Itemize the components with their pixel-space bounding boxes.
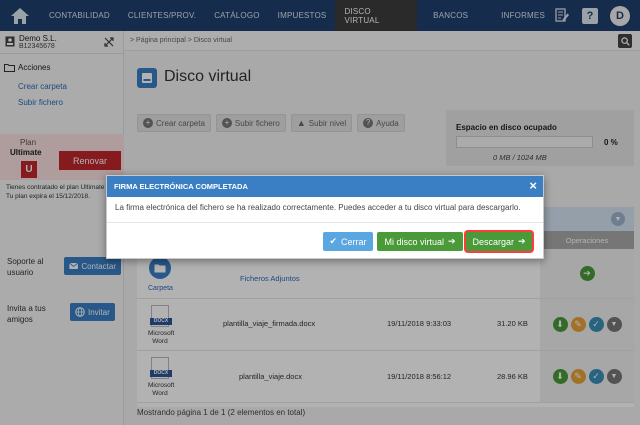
arrow-right-icon: ➔	[447, 236, 456, 246]
dialog-divider	[107, 222, 543, 223]
check-icon: ✔	[329, 236, 338, 246]
dialog-title: FIRMA ELECTRÓNICA COMPLETADA	[114, 182, 248, 191]
close-button[interactable]: ✔ Cerrar	[323, 232, 373, 251]
close-button-label: Cerrar	[341, 236, 367, 247]
close-icon[interactable]: ×	[529, 178, 537, 193]
download-button-label: Descargar	[472, 236, 514, 247]
download-button[interactable]: Descargar ➔	[466, 232, 532, 251]
arrow-right-icon: ➔	[517, 236, 526, 246]
my-disk-button[interactable]: Mi disco virtual ➔	[377, 232, 463, 251]
dialog-header: FIRMA ELECTRÓNICA COMPLETADA ×	[107, 176, 543, 197]
my-disk-button-label: Mi disco virtual	[384, 236, 444, 247]
dialog-message: La firma electrónica del fichero se ha r…	[115, 203, 521, 212]
signature-complete-dialog: FIRMA ELECTRÓNICA COMPLETADA × La firma …	[106, 175, 544, 259]
